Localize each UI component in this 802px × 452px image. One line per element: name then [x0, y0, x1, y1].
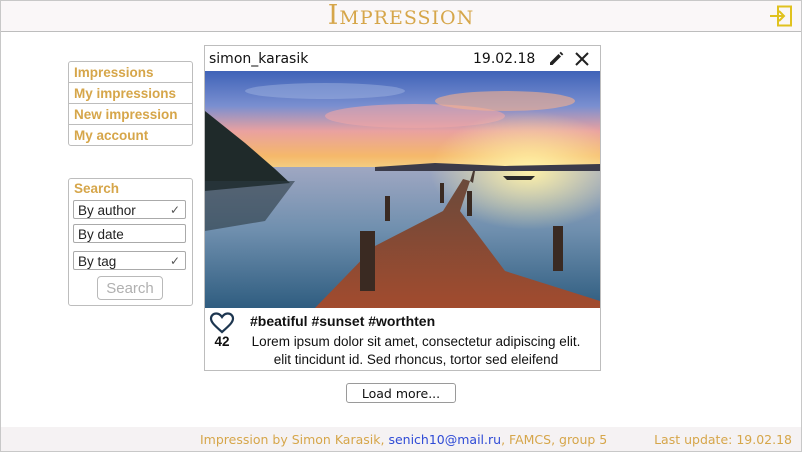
filter-label: By author	[78, 203, 136, 218]
sidebar-item-new-impression[interactable]: New impression	[69, 104, 192, 125]
post-author[interactable]: simon_karasik	[209, 51, 308, 67]
sidebar-item-my-impressions[interactable]: My impressions	[69, 83, 192, 104]
like-count: 42	[214, 334, 230, 349]
search-title: Search	[74, 181, 120, 196]
sidebar-item-my-account[interactable]: My account	[69, 125, 192, 145]
search-button[interactable]: Search	[97, 276, 163, 300]
credit-prefix: Impression by Simon Karasik,	[200, 432, 385, 447]
last-update: Last update: 19.02.18	[654, 432, 792, 447]
load-more-button[interactable]: Load more...	[346, 383, 456, 403]
check-icon: ✓	[169, 203, 180, 217]
credit-suffix: , FAMCS, group 5	[501, 432, 608, 447]
heart-icon[interactable]	[209, 312, 235, 334]
sidebar-nav: Impressions My impressions New impressio…	[68, 61, 193, 146]
search-panel: Search By author ✓ By date By tag ✓ Sear…	[68, 178, 193, 306]
pencil-icon[interactable]	[548, 51, 564, 67]
filter-by-date[interactable]: By date	[73, 224, 186, 243]
logout-icon[interactable]	[769, 5, 793, 27]
sidebar-item-impressions[interactable]: Impressions	[69, 62, 192, 83]
app-header: Impression	[1, 0, 801, 32]
email-link[interactable]: senich10@mail.ru	[388, 432, 501, 447]
post-photo	[205, 71, 600, 308]
description-line: Lorem ipsum dolor sit amet, consectetur …	[251, 334, 581, 349]
filter-label: By date	[78, 227, 124, 242]
description-line: elit tincidunt id. Sed rhoncus, tortor s…	[273, 352, 559, 367]
check-icon: ✓	[169, 254, 180, 268]
footer: Impression by Simon Karasik, senich10@ma…	[1, 427, 801, 451]
filter-label: By tag	[78, 254, 117, 269]
filter-by-author[interactable]: By author ✓	[73, 200, 186, 219]
post-card: simon_karasik 19.02.18 42 #beatiful #sun…	[204, 45, 601, 371]
brand-title: Impression	[327, 0, 475, 31]
footer-credit: Impression by Simon Karasik, senich10@ma…	[200, 432, 607, 447]
post-description: Lorem ipsum dolor sit amet, consectetur …	[236, 333, 596, 369]
close-icon[interactable]	[574, 51, 590, 67]
post-tags: #beatiful #sunset #worthten	[250, 313, 436, 329]
post-date: 19.02.18	[473, 51, 536, 67]
filter-by-tag[interactable]: By tag ✓	[73, 251, 186, 270]
